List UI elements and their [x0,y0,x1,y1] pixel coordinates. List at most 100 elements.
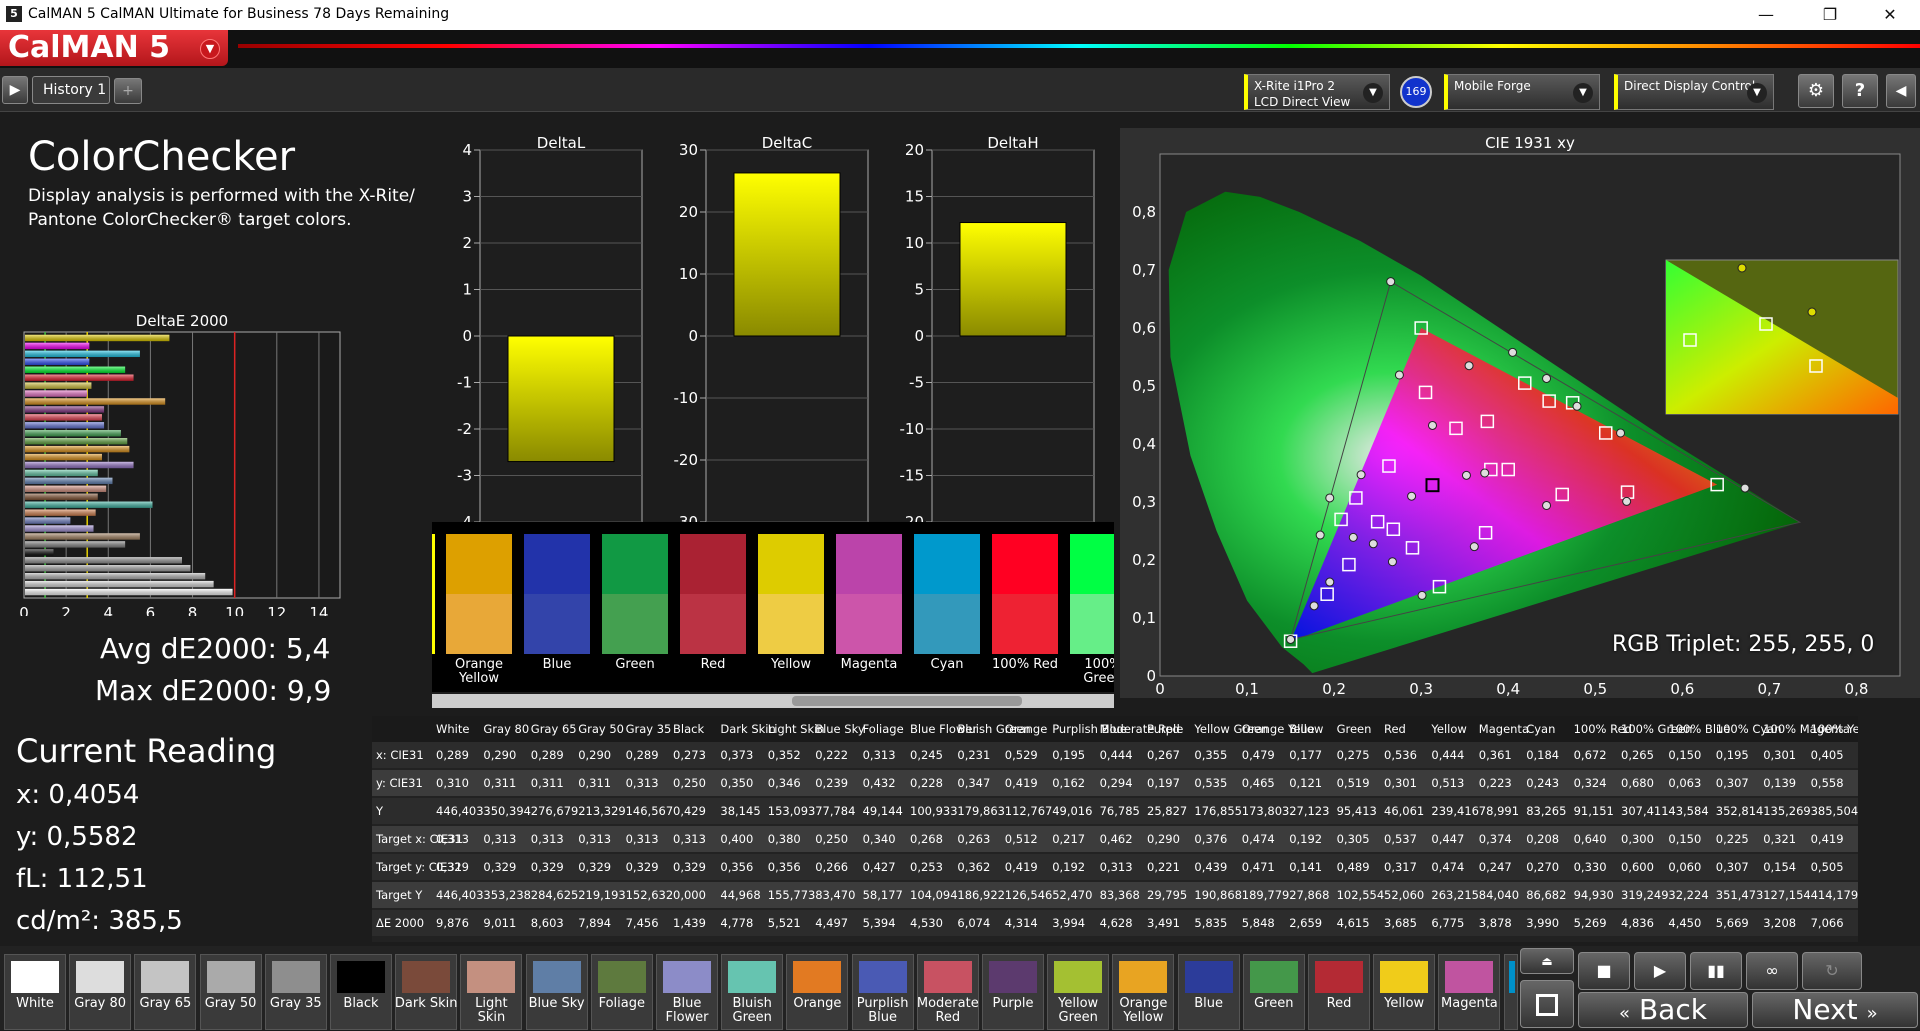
calman-logo-button[interactable]: CalMAN 5 ▼ [0,30,228,66]
table-cell: 83,368 [1099,888,1140,902]
swatch-button[interactable]: Blue Flower [656,954,718,1030]
help-button[interactable]: ? [1842,74,1878,108]
table-cell: 4,530 [910,916,943,930]
swatch-button[interactable]: Blue [1177,954,1240,1030]
swatch-button[interactable]: Foliage [590,954,653,1030]
table-cell: 0,247 [1478,860,1512,874]
swatch-button[interactable]: Yellow Green [1047,954,1110,1030]
swatch-button[interactable]: Green [1242,954,1305,1030]
swatch-button[interactable]: Gray 50 [199,954,262,1030]
swatch-button[interactable]: Red [1308,954,1370,1030]
color-patch: Red [680,534,746,672]
column-header: Red [1384,722,1406,736]
swatch-button[interactable]: Black [330,954,392,1030]
swatch-button-partial[interactable] [1503,954,1518,1030]
swatch-button[interactable]: Magenta [1438,954,1501,1030]
bar-shade [25,438,128,445]
logo-text: CalMAN 5 [8,30,171,65]
table-cell: 0,063 [1668,776,1702,790]
table-cell: 0,672 [1573,748,1607,762]
column-header: Orange [1004,722,1048,736]
swatch-button[interactable]: Light Skin [460,954,523,1030]
scrollbar-thumb[interactable] [792,696,1022,706]
swatch-button[interactable]: Dark Skin [394,954,458,1030]
back-button[interactable]: « Back [1578,992,1748,1028]
table-cell: 0,150 [1668,832,1702,846]
bar-shade [25,453,102,461]
reading-cdm2: cd/m²: 385,5 [16,906,183,936]
patch-scrollbar[interactable] [432,694,1114,708]
minimize-button[interactable]: — [1746,3,1786,27]
settings-button[interactable]: ⚙ [1798,74,1834,108]
table-cell: 0,474 [1431,860,1465,874]
swatch-button[interactable]: White [4,954,66,1030]
row-label: Y [376,804,384,818]
table-cell: 0,245 [910,748,943,762]
bar-shade [25,588,233,596]
table-cell: 284,625 [530,888,579,902]
y-tick-label: 0,8 [1132,203,1156,221]
table-cell: 263,215 [1431,888,1479,902]
swatch-button[interactable]: Gray 35 [264,954,327,1030]
eject-button[interactable]: ⏏ [1520,948,1574,974]
table-cell: 0,558 [1810,776,1844,790]
table-cell: 0,267 [1147,748,1180,762]
measured-point [1394,370,1404,380]
swatch-button[interactable]: Moderate Red [916,954,979,1030]
source-selector[interactable]: Mobile Forge ▼ [1444,74,1600,110]
bar-shade [25,477,113,485]
add-tab-button[interactable]: + [114,78,142,104]
bar-shade [25,565,191,572]
table-cell: 0,329 [578,860,612,874]
table-cell: 307,411 [1621,804,1669,818]
table-cell: 0,321 [1763,832,1797,846]
collapse-panel-button[interactable]: ◀ [1886,74,1916,108]
continuous-read-button[interactable]: ∞ [1746,952,1798,990]
table-cell: 173,803 [1241,804,1290,818]
delta-bar [959,222,1067,337]
swatch-button[interactable]: Bluish Green [721,954,784,1030]
table-cell: 0,355 [1194,748,1228,762]
table-cell: 0,268 [910,832,943,846]
swatch-button[interactable]: Orange Yellow [1112,954,1175,1030]
swatch-color [1054,961,1103,993]
table-cell: 0,290 [578,748,612,762]
swatch-button[interactable]: Blue Sky [525,954,588,1030]
table-cell: 0,329 [436,860,469,874]
chevron-down-icon: ▼ [1363,83,1383,103]
swatch-button[interactable]: Gray 65 [134,954,197,1030]
swatch-label: Red [1326,996,1352,1011]
tab-history-1[interactable]: History 1 [32,76,110,104]
back-label: Back [1638,993,1707,1026]
swatch-color [793,961,842,993]
table-cell: 43,584 [1668,804,1709,818]
close-button[interactable]: ✕ [1870,3,1910,27]
table-cell: 0,329 [625,860,659,874]
x-tick-label: 8 [188,604,198,616]
stop-read-button[interactable]: ■ [1578,952,1630,990]
display-control-selector[interactable]: Direct Display Control ▼ [1614,74,1774,110]
read-series-button[interactable]: ▮▮ [1690,952,1742,990]
read-button[interactable]: ▶ [1634,952,1686,990]
swatch-button[interactable]: Purplish Blue [851,954,914,1030]
meter-count-badge[interactable]: 169 [1400,76,1432,108]
swatch-color [663,961,711,993]
swatch-button[interactable]: Orange [786,954,849,1030]
meter-selector[interactable]: X-Rite i1Pro 2 LCD Direct View ▼ [1244,74,1390,110]
reading-x: x: 0,4054 [16,780,140,810]
table-cell: 0,162 [1052,776,1086,790]
swatch-button[interactable]: Gray 80 [69,954,132,1030]
maximize-button[interactable]: ❐ [1810,3,1850,27]
swatch-label: Dark Skin [394,996,458,1011]
tab-label: History 1 [43,82,107,98]
bar-shade [25,485,107,492]
table-cell: 5,521 [767,916,801,930]
swatch-button[interactable]: Yellow [1373,954,1436,1030]
next-button[interactable]: Next » [1752,992,1918,1028]
stop-button[interactable] [1520,980,1574,1028]
table-cell: 0,192 [1052,860,1086,874]
swatch-button[interactable]: Purple [982,954,1044,1030]
play-workflow-button[interactable]: ▶ [2,76,28,104]
table-cell: 0,139 [1763,776,1797,790]
refresh-button[interactable]: ↻ [1802,952,1862,990]
